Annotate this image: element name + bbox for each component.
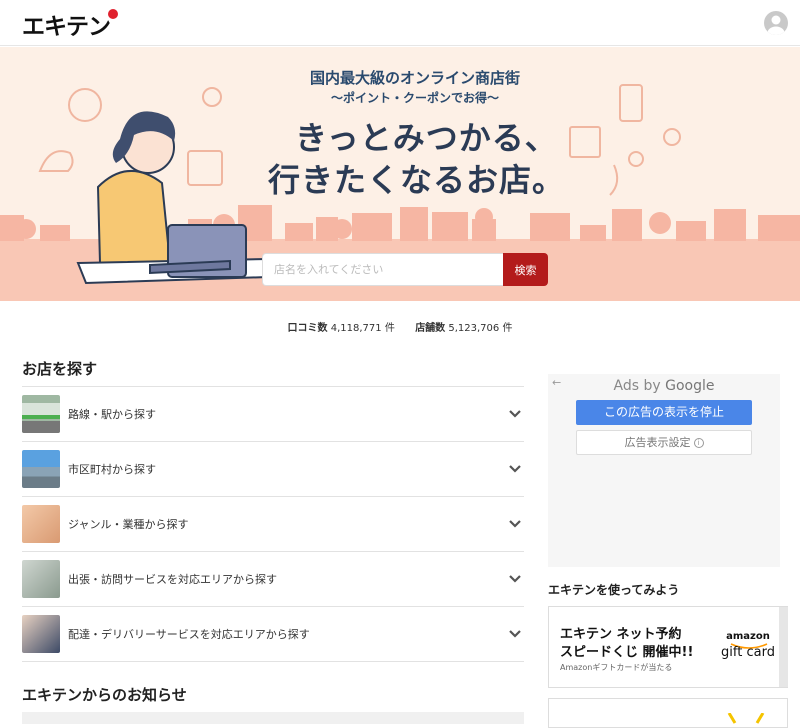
ads-by-google: Ads by Google — [548, 378, 780, 394]
banner-next-tab[interactable] — [779, 607, 788, 687]
find-item-label: 市区町村から探す — [68, 463, 156, 476]
hero-title-line2: 行きたくなるお店。 — [268, 161, 566, 199]
search-button[interactable]: 検索 — [503, 253, 548, 286]
shop-search-input[interactable] — [262, 253, 503, 286]
reviews-count-label: 口コミ数 — [287, 323, 328, 334]
google-label: Google — [665, 378, 715, 394]
ads-by-label: Ads by — [613, 378, 661, 394]
find-item-label: 路線・駅から探す — [68, 408, 156, 421]
shop-search-form: 検索 — [262, 253, 548, 286]
banner-decoration-icon — [727, 713, 765, 724]
info-icon: i — [693, 438, 704, 448]
city-thumbnail — [22, 450, 60, 488]
chevron-down-icon — [509, 465, 521, 473]
find-by-city[interactable]: 市区町村から探す — [22, 442, 524, 497]
second-banner[interactable] — [548, 698, 788, 728]
hero-tagline: 国内最大級のオンライン商店街 — [309, 69, 520, 87]
find-item-label: ジャンル・業種から探す — [68, 518, 189, 531]
shops-count-unit: 件 — [502, 323, 513, 334]
banner-line3: Amazonギフトカードが当たる — [560, 663, 673, 672]
reviews-count-value: 4,118,771 — [330, 323, 382, 334]
banner-line1: エキテン ネット予約 — [560, 627, 682, 642]
find-shops-title: お店を探す — [22, 360, 98, 378]
gift-card-label: gift card — [721, 645, 775, 660]
find-item-label: 出張・訪問サービスを対応エリアから探す — [68, 573, 277, 586]
ad-settings-button[interactable]: 広告表示設定 i — [576, 430, 752, 455]
chevron-down-icon — [509, 630, 521, 638]
hero-subtagline: ～ポイント・クーポンでお得～ — [330, 91, 499, 105]
stop-ad-button[interactable]: この広告の表示を停止 — [576, 400, 752, 425]
banner-line2: スピードくじ 開催中!! — [560, 645, 694, 660]
find-by-delivery-service[interactable]: 配達・デリバリーサービスを対応エリアから探す — [22, 607, 524, 662]
news-title: エキテンからのお知らせ — [22, 686, 187, 704]
ad-panel: ← Ads by Google この広告の表示を停止 広告表示設定 i — [548, 374, 780, 567]
train-thumbnail — [22, 395, 60, 433]
find-shops-list: 路線・駅から探す 市区町村から探す ジャンル・業種から探す 出張・訪問サービスを… — [22, 386, 524, 662]
find-item-label: 配達・デリバリーサービスを対応エリアから探す — [68, 628, 310, 641]
site-header: エキテン — [0, 0, 800, 46]
reviews-count-unit: 件 — [384, 323, 395, 334]
chevron-down-icon — [509, 410, 521, 418]
chevron-down-icon — [509, 575, 521, 583]
amazon-logo: amazon — [726, 631, 770, 642]
shops-count-value: 5,123,706 — [448, 323, 500, 334]
delivery-thumbnail — [22, 615, 60, 653]
user-avatar-icon[interactable] — [764, 11, 788, 35]
try-ekiten-title: エキテンを使ってみよう — [548, 583, 680, 597]
shops-count-label: 店舗数 — [415, 323, 446, 334]
news-box — [22, 712, 524, 724]
find-by-genre[interactable]: ジャンル・業種から探す — [22, 497, 524, 552]
find-by-station[interactable]: 路線・駅から探す — [22, 387, 524, 442]
speed-lottery-banner[interactable]: エキテン ネット予約 スピードくじ 開催中!! Amazonギフトカードが当たる… — [548, 606, 788, 688]
visit-service-thumbnail — [22, 560, 60, 598]
site-stats: 口コミ数 4,118,771 件 店舗数 5,123,706 件 — [0, 319, 800, 334]
find-by-visit-service[interactable]: 出張・訪問サービスを対応エリアから探す — [22, 552, 524, 607]
ad-settings-label: 広告表示設定 — [624, 436, 691, 449]
logo-dot-icon — [108, 9, 118, 19]
logo-text: エキテン — [22, 14, 111, 40]
hero-title-line1: きっとみつかる、 — [295, 119, 558, 157]
chevron-down-icon — [509, 520, 521, 528]
ekiten-logo[interactable]: エキテン — [22, 9, 118, 40]
massage-thumbnail — [22, 505, 60, 543]
